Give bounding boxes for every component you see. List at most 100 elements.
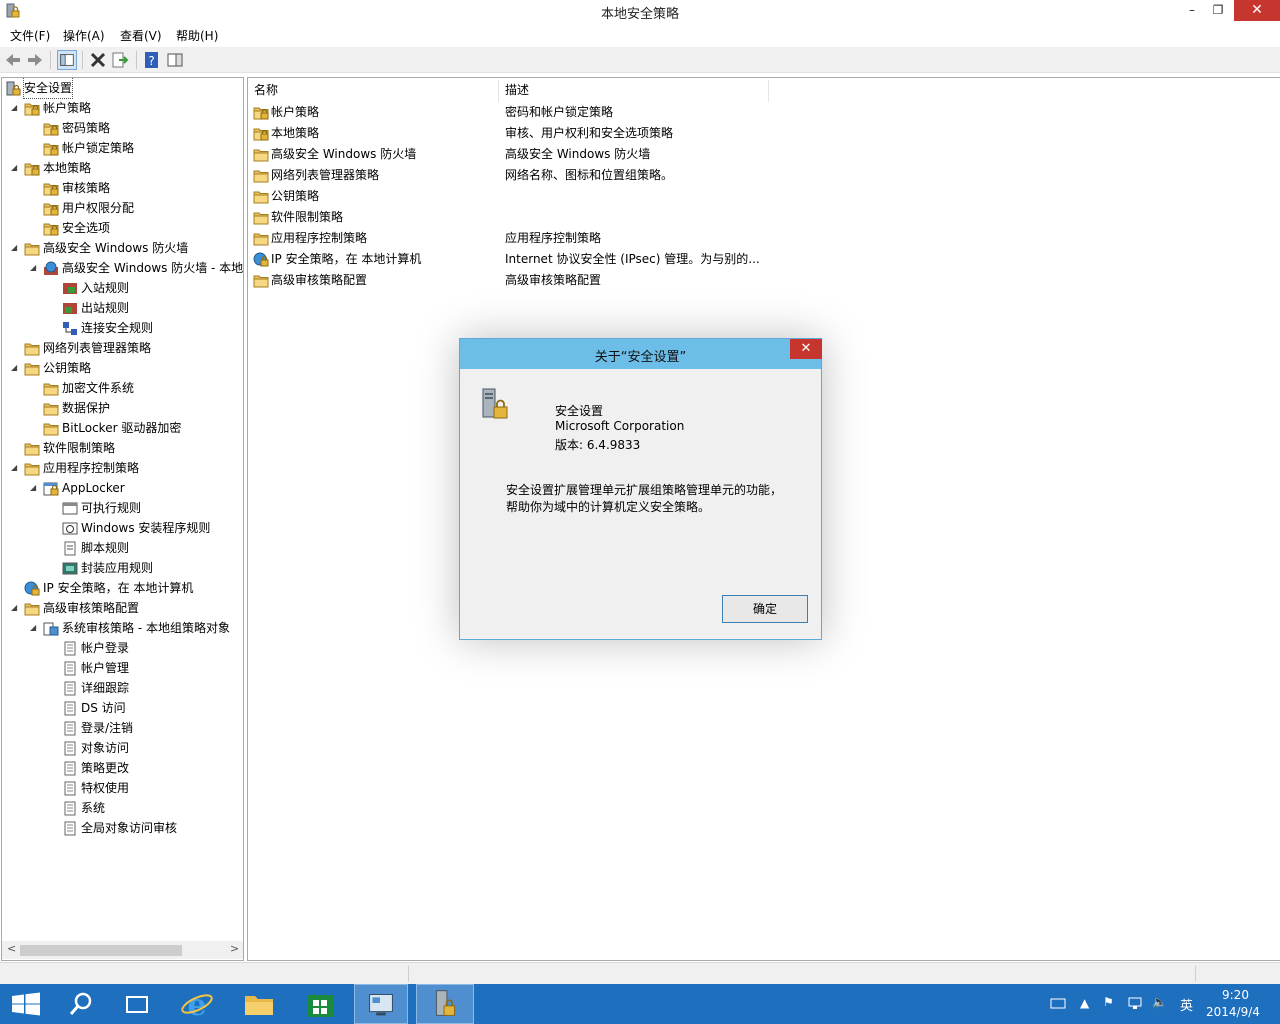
tree-expand-toggle-icon[interactable]: ◢: [11, 458, 21, 478]
tree-item[interactable]: 入站规则: [2, 278, 243, 298]
tree-item[interactable]: 特权使用: [2, 778, 243, 798]
back-icon[interactable]: [3, 50, 23, 70]
menu-action[interactable]: 操作(A): [63, 27, 105, 44]
ime-indicator[interactable]: 英: [1180, 995, 1193, 1014]
start-button-windows-icon[interactable]: [0, 984, 54, 1024]
tree-expand-toggle-icon[interactable]: ◢: [30, 618, 40, 638]
tree-item-label: 脚本规则: [81, 541, 130, 555]
tree-item-label: 高级安全 Windows 防火墙 - 本地组策略对象: [62, 261, 244, 275]
close-button[interactable]: ✕: [1234, 0, 1280, 21]
tree-item[interactable]: ◢ 系统审核策略 - 本地组策略对象: [2, 618, 243, 638]
tree-item[interactable]: 登录/注销: [2, 718, 243, 738]
clock-date[interactable]: 2014/9/4: [1206, 1005, 1260, 1019]
tree-item[interactable]: 全局对象访问审核: [2, 818, 243, 838]
menu-view[interactable]: 查看(V): [120, 27, 162, 44]
menu-help[interactable]: 帮助(H): [176, 27, 218, 44]
tree-item[interactable]: 连接安全规则: [2, 318, 243, 338]
tree-item[interactable]: 数据保护: [2, 398, 243, 418]
list-item[interactable]: 软件限制策略: [252, 207, 812, 228]
tree-item[interactable]: ◢ 应用程序控制策略: [2, 458, 243, 478]
tree-item[interactable]: 安全设置: [2, 78, 243, 99]
list-item[interactable]: 高级审核策略配置 高级审核策略配置: [252, 270, 812, 291]
search-icon[interactable]: [54, 984, 108, 1024]
menu-file[interactable]: 文件(F): [10, 27, 50, 44]
list-item[interactable]: 网络列表管理器策略 网络名称、图标和位置组策略。: [252, 165, 812, 186]
tree-item[interactable]: 帐户管理: [2, 658, 243, 678]
internet-explorer-icon[interactable]: e: [170, 984, 224, 1024]
tree-item[interactable]: 脚本规则: [2, 538, 243, 558]
tree-item[interactable]: IP 安全策略，在 本地计算机: [2, 578, 243, 598]
tree-item[interactable]: ◢ 公钥策略: [2, 358, 243, 378]
tree-expand-toggle-icon[interactable]: ◢: [30, 258, 40, 278]
local-security-policy-task-icon[interactable]: [416, 984, 474, 1024]
network-icon[interactable]: [1127, 996, 1143, 1010]
tree-item[interactable]: 审核策略: [2, 178, 243, 198]
tree-item[interactable]: 对象访问: [2, 738, 243, 758]
show-hide-tree-icon[interactable]: [57, 50, 77, 70]
maximize-button[interactable]: ❐: [1204, 0, 1232, 21]
ok-button[interactable]: 确定: [722, 595, 808, 623]
tree-horizontal-scrollbar[interactable]: < >: [2, 941, 243, 959]
tree-item[interactable]: ◢ 高级安全 Windows 防火墙: [2, 238, 243, 258]
list-item[interactable]: IP 安全策略，在 本地计算机 Internet 协议安全性 (IPsec) 管理…: [252, 249, 812, 270]
keyboard-icon[interactable]: [1050, 996, 1066, 1010]
tree-expand-toggle-icon[interactable]: ◢: [11, 358, 21, 378]
console-tree[interactable]: 安全设置 ◢ 帐户策略 密码策略 帐户锁定策略 ◢ 本地策略 审核策略 用户权限分配 安全选项 ◢ 高…: [1, 77, 244, 961]
tree-expand-toggle-icon[interactable]: ◢: [11, 98, 21, 118]
column-header-name[interactable]: 名称: [248, 80, 499, 102]
column-header-description[interactable]: 描述: [499, 80, 769, 102]
tree-item[interactable]: ◢ AppLocker: [2, 478, 243, 498]
tree-item[interactable]: BitLocker 驱动器加密: [2, 418, 243, 438]
list-item[interactable]: 本地策略 审核、用户权利和安全选项策略: [252, 123, 812, 144]
tray-overflow-icon[interactable]: ▲: [1080, 996, 1089, 1010]
tree-item[interactable]: ◢ 帐户策略: [2, 98, 243, 118]
store-icon[interactable]: [293, 984, 347, 1024]
clock-time[interactable]: 9:20: [1222, 988, 1249, 1002]
task-view-icon[interactable]: [110, 984, 164, 1024]
forward-icon[interactable]: [25, 50, 45, 70]
delete-icon[interactable]: [88, 50, 108, 70]
tree-item[interactable]: 系统: [2, 798, 243, 818]
server-manager-task-icon[interactable]: [354, 984, 408, 1024]
tree-item[interactable]: 策略更改: [2, 758, 243, 778]
tree-item[interactable]: 网络列表管理器策略: [2, 338, 243, 358]
help-icon[interactable]: ?: [142, 50, 162, 70]
tree-item-label: AppLocker: [62, 481, 125, 495]
tree-item[interactable]: 密码策略: [2, 118, 243, 138]
tree-expand-toggle-icon[interactable]: ◢: [11, 598, 21, 618]
tree-item[interactable]: 帐户登录: [2, 638, 243, 658]
tree-item[interactable]: ◢ 高级安全 Windows 防火墙 - 本地组策略对象: [2, 258, 243, 278]
volume-icon[interactable]: 🔈: [1152, 995, 1167, 1009]
tree-item[interactable]: DS 访问: [2, 698, 243, 718]
tree-item[interactable]: ◢ 高级审核策略配置: [2, 598, 243, 618]
properties-pane-icon[interactable]: [165, 50, 185, 70]
scroll-thumb[interactable]: [20, 945, 182, 956]
tree-item[interactable]: ◢ 本地策略: [2, 158, 243, 178]
tree-expand-toggle-icon[interactable]: ◢: [11, 158, 21, 178]
tree-item[interactable]: 帐户锁定策略: [2, 138, 243, 158]
list-item[interactable]: 帐户策略 密码和帐户锁定策略: [252, 102, 812, 123]
tree-item[interactable]: 详细跟踪: [2, 678, 243, 698]
tree-expand-toggle-icon[interactable]: ◢: [30, 478, 40, 498]
list-item[interactable]: 公钥策略: [252, 186, 812, 207]
tree-item[interactable]: 可执行规则: [2, 498, 243, 518]
scroll-left-icon[interactable]: <: [7, 942, 16, 955]
export-list-icon[interactable]: [110, 50, 130, 70]
scroll-right-icon[interactable]: >: [230, 942, 239, 955]
list-item[interactable]: 应用程序控制策略 应用程序控制策略: [252, 228, 812, 249]
tree-item[interactable]: 软件限制策略: [2, 438, 243, 458]
tree-item[interactable]: 安全选项: [2, 218, 243, 238]
tree-item-label: 审核策略: [62, 181, 111, 195]
minimize-button[interactable]: –: [1178, 0, 1206, 21]
tree-item[interactable]: 出站规则: [2, 298, 243, 318]
list-item[interactable]: 高级安全 Windows 防火墙 高级安全 Windows 防火墙: [252, 144, 812, 165]
tree-expand-toggle-icon[interactable]: ◢: [11, 238, 21, 258]
tree-item[interactable]: 加密文件系统: [2, 378, 243, 398]
toolbar-separator: [50, 51, 51, 69]
tree-item[interactable]: Windows 安装程序规则: [2, 518, 243, 538]
file-explorer-icon[interactable]: [232, 984, 286, 1024]
tree-item[interactable]: 封装应用规则: [2, 558, 243, 578]
tree-item[interactable]: 用户权限分配: [2, 198, 243, 218]
action-center-flag-icon[interactable]: ⚑: [1103, 995, 1114, 1009]
dialog-close-button[interactable]: ✕: [790, 339, 822, 359]
